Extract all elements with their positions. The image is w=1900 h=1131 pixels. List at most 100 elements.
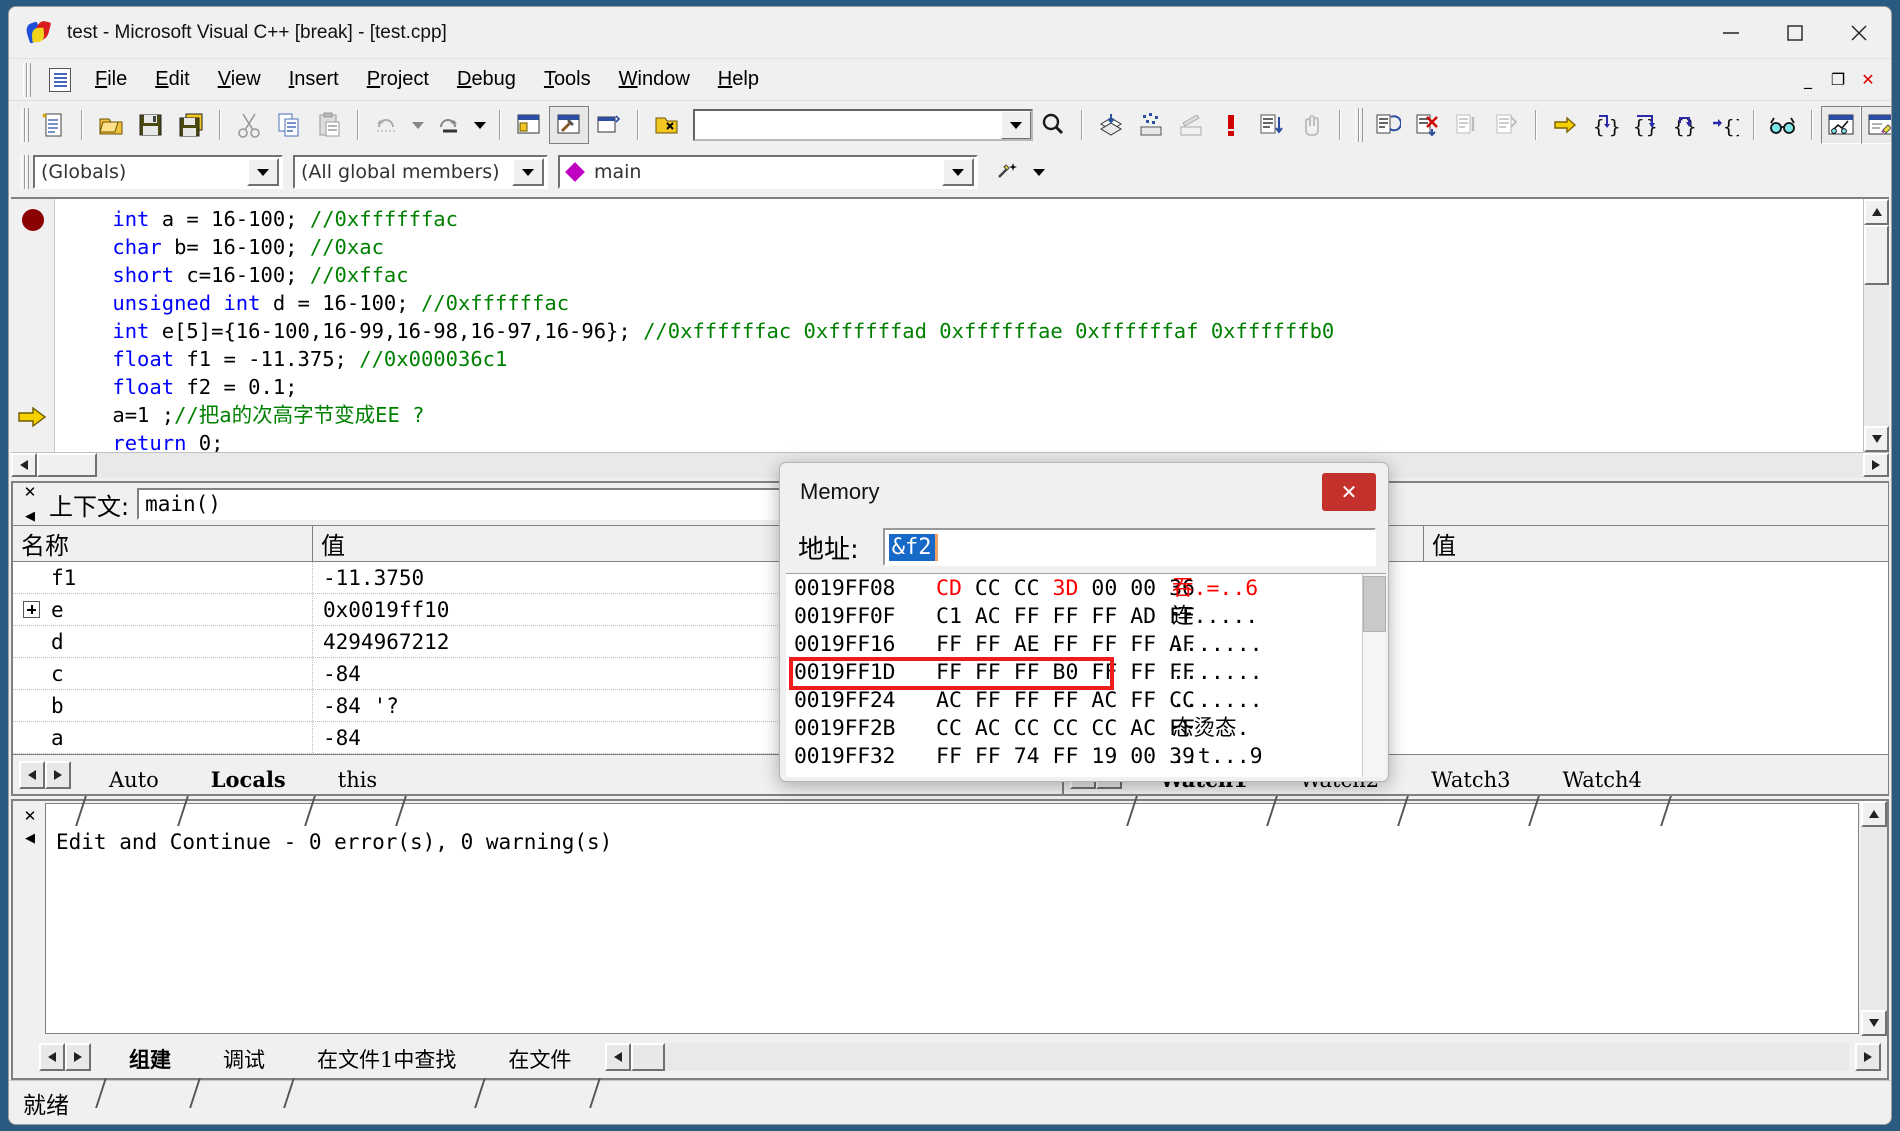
menu-view[interactable]: View bbox=[204, 64, 275, 95]
tab-在文件[interactable]: 在文件 bbox=[488, 1042, 587, 1076]
memory-byte[interactable]: FF bbox=[1053, 688, 1092, 713]
globals-combo-arrow-icon[interactable] bbox=[247, 158, 279, 186]
paste-icon[interactable] bbox=[309, 106, 349, 144]
memory-byte[interactable]: 00 bbox=[1130, 576, 1169, 601]
wizardbar-grip[interactable] bbox=[19, 155, 29, 189]
memory-byte[interactable]: FF bbox=[1053, 604, 1092, 629]
step-into-icon[interactable] bbox=[1447, 106, 1487, 144]
step-into-brace-icon[interactable]: {} bbox=[1585, 106, 1625, 144]
find-dropdown-icon[interactable] bbox=[1001, 111, 1031, 139]
memory-byte[interactable]: 3D bbox=[1053, 576, 1092, 601]
output-scroll-up-button[interactable] bbox=[1861, 801, 1887, 827]
memory-byte[interactable]: 74 bbox=[1014, 744, 1053, 769]
memory-byte[interactable]: FF bbox=[1091, 632, 1130, 657]
memory-byte[interactable]: AC bbox=[1091, 688, 1130, 713]
output-vertical-scrollbar[interactable] bbox=[1861, 801, 1887, 1036]
memory-dump[interactable]: 0019FF08 CD CC CC 3D 00 00 36 吞.=..6 0019FF… bbox=[786, 573, 1386, 777]
tab-Auto[interactable]: Auto bbox=[89, 766, 175, 794]
menubar-grip[interactable] bbox=[21, 62, 31, 97]
memory-vertical-scrollbar[interactable] bbox=[1362, 574, 1386, 777]
editor-vertical-scrollbar[interactable] bbox=[1863, 199, 1889, 452]
memory-byte[interactable]: CC bbox=[975, 576, 1014, 601]
code-line[interactable]: int e[5]={16-100,16-99,16-98,16-97,16-96… bbox=[63, 317, 1863, 345]
editor-scroll-right-button[interactable] bbox=[1863, 453, 1889, 477]
tab-this[interactable]: this bbox=[318, 766, 393, 794]
globals-combo[interactable]: (Globals) bbox=[33, 155, 283, 189]
code-line[interactable]: float f1 = -11.375; //0x000036c1 bbox=[63, 345, 1863, 373]
memory-byte[interactable]: FF bbox=[975, 632, 1014, 657]
code-text[interactable]: int a = 16-100; //0xffffffac char b= 16-… bbox=[55, 199, 1863, 452]
memory-byte[interactable]: FF bbox=[1130, 688, 1169, 713]
memory-row[interactable]: 0019FF1D FF FF FF B0 FF FF FF....... bbox=[794, 659, 1362, 687]
memory-byte[interactable]: FF bbox=[1053, 632, 1092, 657]
editor-scroll-up-button[interactable] bbox=[1864, 199, 1889, 225]
step-over-brace-icon[interactable]: {} bbox=[1625, 106, 1665, 144]
redo-dropdown-icon[interactable] bbox=[469, 106, 491, 144]
memory-address-input[interactable]: &f2 bbox=[882, 528, 1376, 566]
editor-scroll-thumb[interactable] bbox=[1864, 225, 1889, 285]
undo-dropdown-icon[interactable] bbox=[407, 106, 429, 144]
variables-window-icon[interactable] bbox=[1821, 106, 1861, 144]
memory-row[interactable]: 0019FF0F C1 AC FF FF FF AD FF 连..... bbox=[794, 603, 1362, 631]
output-tab-next-button[interactable] bbox=[65, 1043, 91, 1071]
memory-byte[interactable]: FF bbox=[1130, 660, 1169, 685]
save-all-icon[interactable] bbox=[171, 106, 211, 144]
memory-row[interactable]: 0019FF2B CC AC CC CC CC AC FF 态烫态. bbox=[794, 715, 1362, 743]
variables-collapse-button[interactable]: ◀ bbox=[19, 505, 41, 527]
editor-hscroll-thumb[interactable] bbox=[37, 453, 97, 477]
output-collapse-button[interactable]: ◀ bbox=[19, 827, 41, 849]
menu-project[interactable]: Project bbox=[353, 64, 443, 95]
variables-col-name[interactable]: 名称 bbox=[13, 526, 313, 561]
toolbar-grip-1[interactable] bbox=[19, 108, 29, 142]
memory-byte[interactable]: C1 bbox=[936, 604, 975, 629]
members-combo-arrow-icon[interactable] bbox=[512, 158, 544, 186]
memory-byte[interactable]: FF bbox=[1014, 604, 1053, 629]
watch-window-icon[interactable] bbox=[1861, 106, 1891, 144]
memory-row[interactable]: 0019FF24 AC FF FF FF AC FF CC....... bbox=[794, 687, 1362, 715]
hand-icon[interactable] bbox=[1291, 106, 1331, 144]
remove-breakpoints-icon[interactable] bbox=[1407, 106, 1447, 144]
menu-file[interactable]: File bbox=[81, 64, 141, 95]
code-line[interactable]: a=1 ;//把a的次高字节变成EE ? bbox=[63, 401, 1863, 429]
step-over-icon[interactable] bbox=[1487, 106, 1527, 144]
memory-byte[interactable]: FF bbox=[975, 688, 1014, 713]
menu-insert[interactable]: Insert bbox=[275, 64, 353, 95]
code-line[interactable]: return 0; bbox=[63, 429, 1863, 452]
mdi-minimize-button[interactable]: _ bbox=[1795, 68, 1821, 92]
memory-byte[interactable]: FF bbox=[1053, 744, 1092, 769]
memory-dialog-close-button[interactable]: ✕ bbox=[1322, 473, 1376, 511]
output-hscroll-track[interactable] bbox=[665, 1043, 1849, 1071]
memory-byte[interactable]: AE bbox=[1014, 632, 1053, 657]
memory-byte[interactable]: AC bbox=[1130, 716, 1169, 741]
editor-scroll-left-button[interactable] bbox=[11, 453, 37, 477]
output-scroll-down-button[interactable] bbox=[1861, 1010, 1887, 1036]
output-window-icon[interactable] bbox=[589, 106, 629, 144]
memory-byte[interactable]: FF bbox=[975, 660, 1014, 685]
members-combo[interactable]: (All global members) bbox=[293, 155, 548, 189]
memory-byte[interactable]: AC bbox=[936, 688, 975, 713]
build-execute-icon[interactable] bbox=[1171, 106, 1211, 144]
menu-tools[interactable]: Tools bbox=[530, 64, 605, 95]
step-out-brace-icon[interactable]: {} bbox=[1665, 106, 1705, 144]
memory-byte[interactable]: 00 bbox=[1130, 744, 1169, 769]
mdi-close-button[interactable]: ✕ bbox=[1855, 68, 1881, 92]
output-close-button[interactable]: ✕ bbox=[19, 805, 41, 827]
breakpoint-dot-icon[interactable] bbox=[22, 209, 44, 231]
go-icon[interactable] bbox=[1251, 106, 1291, 144]
tab-Watch4[interactable]: Watch4 bbox=[1542, 766, 1657, 794]
memory-row[interactable]: 0019FF16 FF FF AE FF FF FF AF....... bbox=[794, 631, 1362, 659]
memory-row[interactable]: 0019FF32 FF FF 74 FF 19 00 39 ..t...9 bbox=[794, 743, 1362, 771]
memory-byte[interactable]: FF bbox=[936, 632, 975, 657]
tab-组建[interactable]: 组建 bbox=[109, 1042, 187, 1076]
code-line[interactable]: int a = 16-100; //0xffffffac bbox=[63, 205, 1863, 233]
menu-edit[interactable]: Edit bbox=[141, 64, 203, 95]
memory-byte[interactable]: CC bbox=[1014, 576, 1053, 601]
symbol-combo[interactable]: main bbox=[558, 155, 978, 189]
run-to-cursor-brace-icon[interactable]: {} bbox=[1705, 106, 1745, 144]
memory-byte[interactable]: CC bbox=[1091, 716, 1130, 741]
memory-dialog[interactable]: Memory ✕ 地址: &f2 0019FF08 CD CC CC 3D 00 … bbox=[779, 462, 1389, 782]
output-hscroll-right-button[interactable] bbox=[1855, 1043, 1881, 1071]
code-line[interactable]: unsigned int d = 16-100; //0xffffffac bbox=[63, 289, 1863, 317]
output-scroll-track[interactable] bbox=[1861, 827, 1887, 1010]
minimize-button[interactable] bbox=[1699, 7, 1763, 59]
